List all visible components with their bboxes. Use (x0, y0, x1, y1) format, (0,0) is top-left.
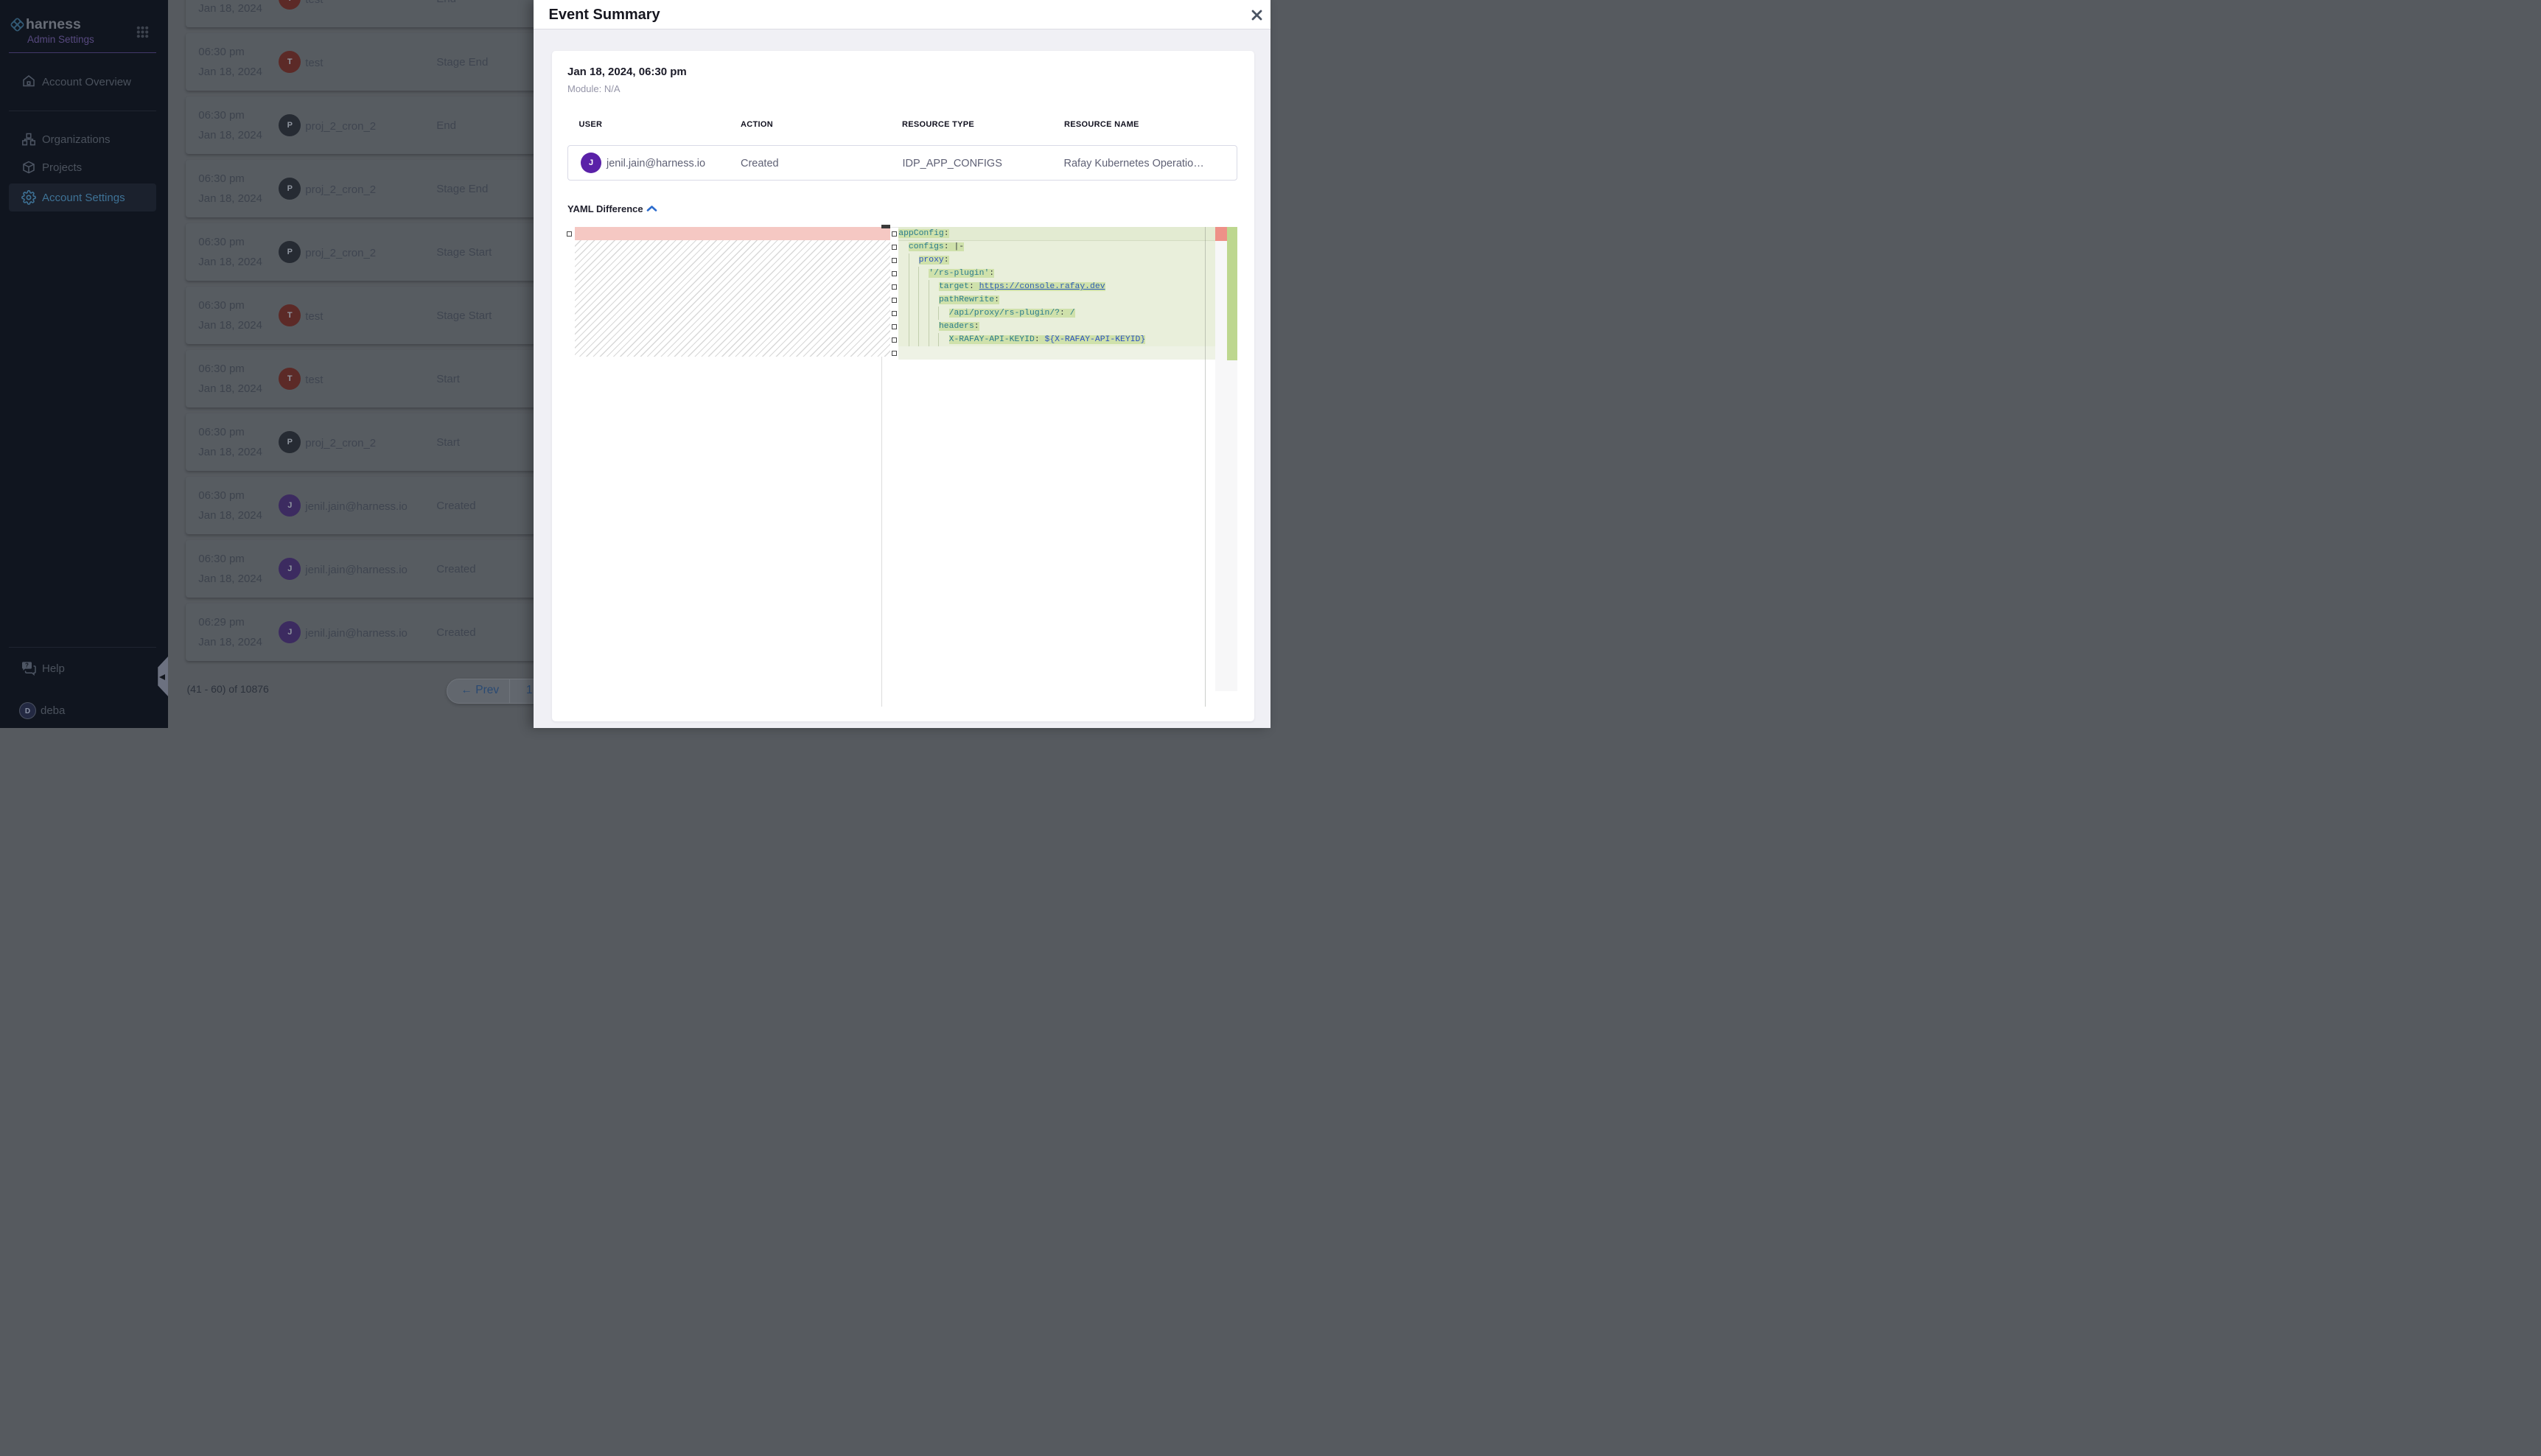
svg-text:?: ? (25, 662, 29, 669)
